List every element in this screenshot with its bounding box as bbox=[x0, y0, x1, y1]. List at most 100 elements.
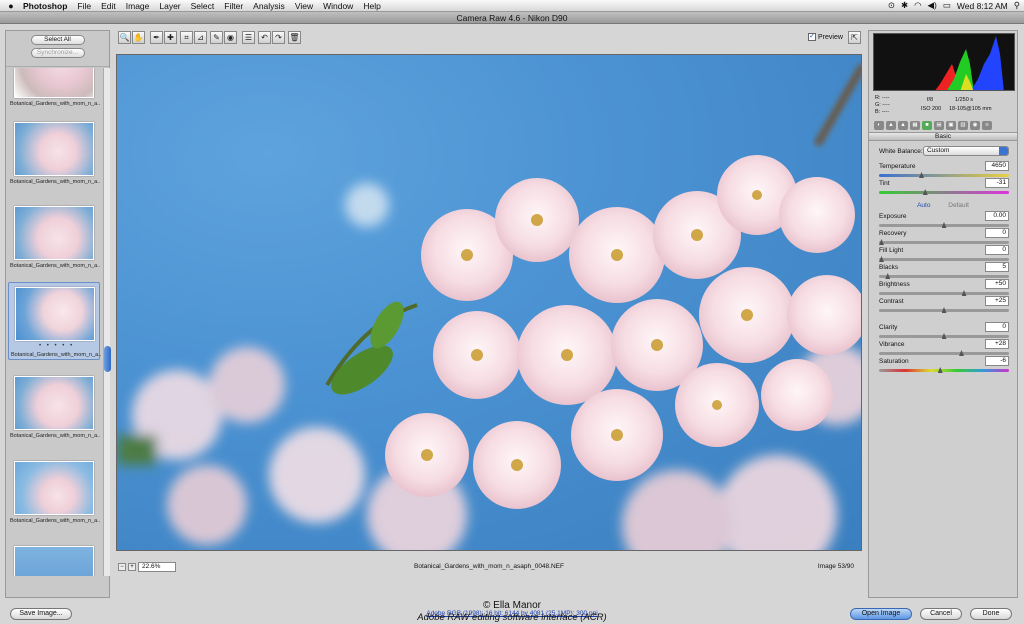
thumbnail-image bbox=[14, 68, 94, 98]
menu-photoshop[interactable]: Photoshop bbox=[18, 0, 72, 12]
slider-value-input[interactable]: 0.00 bbox=[985, 211, 1009, 221]
battery-icon[interactable]: ▭ bbox=[943, 0, 951, 11]
volume-icon[interactable]: ◀) bbox=[927, 0, 936, 11]
tab-snapshots-icon[interactable]: ◉ bbox=[970, 121, 980, 130]
menu-file[interactable]: File bbox=[72, 0, 96, 12]
rotate-right-icon[interactable]: ↷ bbox=[272, 31, 285, 44]
hand-icon[interactable]: ✋ bbox=[132, 31, 145, 44]
image-preview[interactable] bbox=[116, 54, 862, 551]
tab-hsl-icon[interactable]: ▦ bbox=[910, 121, 920, 130]
sync-icon[interactable]: ⊙ bbox=[888, 0, 895, 11]
white-balance-select[interactable]: Custom bbox=[923, 146, 1009, 156]
menu-layer[interactable]: Layer bbox=[154, 0, 185, 12]
thumbnail-item[interactable] bbox=[8, 542, 100, 576]
red-eye-icon[interactable]: ◉ bbox=[224, 31, 237, 44]
zoom-icon[interactable]: 🔍 bbox=[118, 31, 131, 44]
slider-track[interactable] bbox=[879, 174, 1009, 177]
caption-line: Adobe RAW editing software interface (AC… bbox=[417, 612, 607, 623]
tab-detail-icon[interactable]: ▲ bbox=[898, 121, 908, 130]
thumbnail-item-selected[interactable]: • • • • • Botanical_Gardens_with_mom_n_a… bbox=[8, 282, 101, 360]
menu-bar: ● Photoshop File Edit Image Layer Select… bbox=[0, 0, 1024, 12]
file-name: Botanical_Gardens_with_mom_n_asaph_0048.… bbox=[414, 563, 564, 570]
thumbnail-item[interactable]: Botanical_Gardens_with_mom_n_a... bbox=[8, 372, 100, 442]
thumbnail-item[interactable]: Botanical_Gardens_with_mom_n_a... bbox=[8, 202, 100, 272]
thumbnail-item[interactable]: Botanical_Gardens_with_mom_n_a... bbox=[8, 118, 100, 188]
slider-value-input[interactable]: -6 bbox=[985, 356, 1009, 366]
thumbnail-item[interactable]: Botanical_Gardens_with_mom_n_a... bbox=[8, 457, 100, 527]
slider-track[interactable] bbox=[879, 275, 1009, 278]
slider-track[interactable] bbox=[879, 258, 1009, 261]
retouch-icon[interactable]: ✎ bbox=[210, 31, 223, 44]
slider-value-input[interactable]: +28 bbox=[985, 339, 1009, 349]
slider-value-input[interactable]: -31 bbox=[985, 178, 1009, 188]
trash-icon[interactable]: 🗑 bbox=[288, 31, 301, 44]
menu-window[interactable]: Window bbox=[318, 0, 358, 12]
menu-analysis[interactable]: Analysis bbox=[248, 0, 290, 12]
menu-edit[interactable]: Edit bbox=[96, 0, 121, 12]
tab-split-toning-icon[interactable]: ■ bbox=[922, 121, 932, 130]
iso: ISO 200 bbox=[921, 106, 942, 112]
slider-track[interactable] bbox=[879, 292, 1009, 295]
bluetooth-icon[interactable]: ✱ bbox=[901, 0, 908, 11]
menu-image[interactable]: Image bbox=[121, 0, 155, 12]
slider-value-input[interactable]: 0 bbox=[985, 245, 1009, 255]
thumbnail-image bbox=[14, 461, 94, 515]
wifi-icon[interactable]: ◠ bbox=[914, 0, 921, 11]
preferences-icon[interactable]: ☰ bbox=[242, 31, 255, 44]
tab-tone-curve-icon[interactable]: ▲ bbox=[886, 121, 896, 130]
crop-icon[interactable]: ⌗ bbox=[180, 31, 193, 44]
tab-presets-icon[interactable]: ▥ bbox=[958, 121, 968, 130]
slider-track[interactable] bbox=[879, 191, 1009, 194]
shutter-speed: 1/250 s bbox=[955, 97, 974, 103]
status-bar: − + 22.6% Botanical_Gardens_with_mom_n_a… bbox=[116, 562, 862, 574]
synchronize-button[interactable]: Synchronize... bbox=[30, 48, 85, 58]
select-all-button[interactable]: Select All bbox=[30, 35, 85, 45]
slider-value-input[interactable]: +50 bbox=[985, 279, 1009, 289]
thumbnail-image bbox=[14, 376, 94, 430]
apple-menu-icon[interactable]: ● bbox=[4, 1, 18, 11]
preview-checkbox[interactable]: ✓ bbox=[808, 33, 816, 41]
filmstrip-header: Select All Synchronize... bbox=[6, 31, 109, 67]
menu-select[interactable]: Select bbox=[186, 0, 220, 12]
thumbnail-caption: Botanical_Gardens_with_mom_n_a... bbox=[10, 433, 100, 439]
rating-stars[interactable]: • • • • • bbox=[39, 343, 74, 349]
eyedropper-icon[interactable]: ✒ bbox=[150, 31, 163, 44]
tab-camera-calibration-icon[interactable]: ▣ bbox=[946, 121, 956, 130]
histogram bbox=[873, 33, 1015, 91]
tab-basic-icon[interactable]: ◐ bbox=[874, 121, 884, 130]
clock[interactable]: Wed 8:12 AM bbox=[957, 1, 1008, 11]
slider-value-input[interactable]: 0 bbox=[985, 322, 1009, 332]
slider-value-input[interactable]: 5 bbox=[985, 262, 1009, 272]
thumbnail-caption: Botanical_Gardens_with_mom_n_a... bbox=[10, 518, 100, 524]
color-sampler-icon[interactable]: ✚ bbox=[164, 31, 177, 44]
slider-label: Contrast bbox=[879, 298, 904, 305]
straighten-icon[interactable]: ⊿ bbox=[194, 31, 207, 44]
menu-view[interactable]: View bbox=[290, 0, 318, 12]
rotate-left-icon[interactable]: ↶ bbox=[258, 31, 271, 44]
spotlight-icon[interactable]: ⚲ bbox=[1014, 0, 1020, 11]
preview-toggle[interactable]: ✓ Preview bbox=[808, 33, 843, 41]
menu-filter[interactable]: Filter bbox=[219, 0, 248, 12]
slider-value-input[interactable]: 0 bbox=[985, 228, 1009, 238]
slider-track[interactable] bbox=[879, 352, 1009, 355]
auto-link[interactable]: Auto bbox=[917, 202, 930, 209]
slider-label: Temperature bbox=[879, 163, 916, 170]
slider-value-input[interactable]: +25 bbox=[985, 296, 1009, 306]
thumbnail-caption: Botanical_Gardens_with_mom_n_a... bbox=[10, 101, 100, 107]
menu-help[interactable]: Help bbox=[358, 0, 385, 12]
thumbnail-image bbox=[15, 287, 95, 341]
slider-value-input[interactable]: 4650 bbox=[985, 161, 1009, 171]
fullscreen-icon[interactable]: ⇱ bbox=[848, 31, 861, 44]
filmstrip-scrollbar[interactable] bbox=[103, 68, 111, 576]
slider-track[interactable] bbox=[879, 241, 1009, 244]
filmstrip: Select All Synchronize... Botanical_Gard… bbox=[5, 30, 111, 598]
white-balance-value: Custom bbox=[927, 147, 950, 154]
tab-menu-icon[interactable]: ≡ bbox=[982, 121, 992, 130]
thumbnail-item[interactable]: Botanical_Gardens_with_mom_n_a... bbox=[8, 68, 100, 110]
tab-lens-icon[interactable]: ▤ bbox=[934, 121, 944, 130]
default-link[interactable]: Default bbox=[948, 202, 969, 209]
slider-label: Vibrance bbox=[879, 341, 905, 348]
photo-credit: © Ella Manor Adobe RAW editing software … bbox=[0, 600, 1024, 624]
scrollbar-thumb[interactable] bbox=[104, 346, 111, 372]
slider-track[interactable] bbox=[879, 369, 1009, 372]
